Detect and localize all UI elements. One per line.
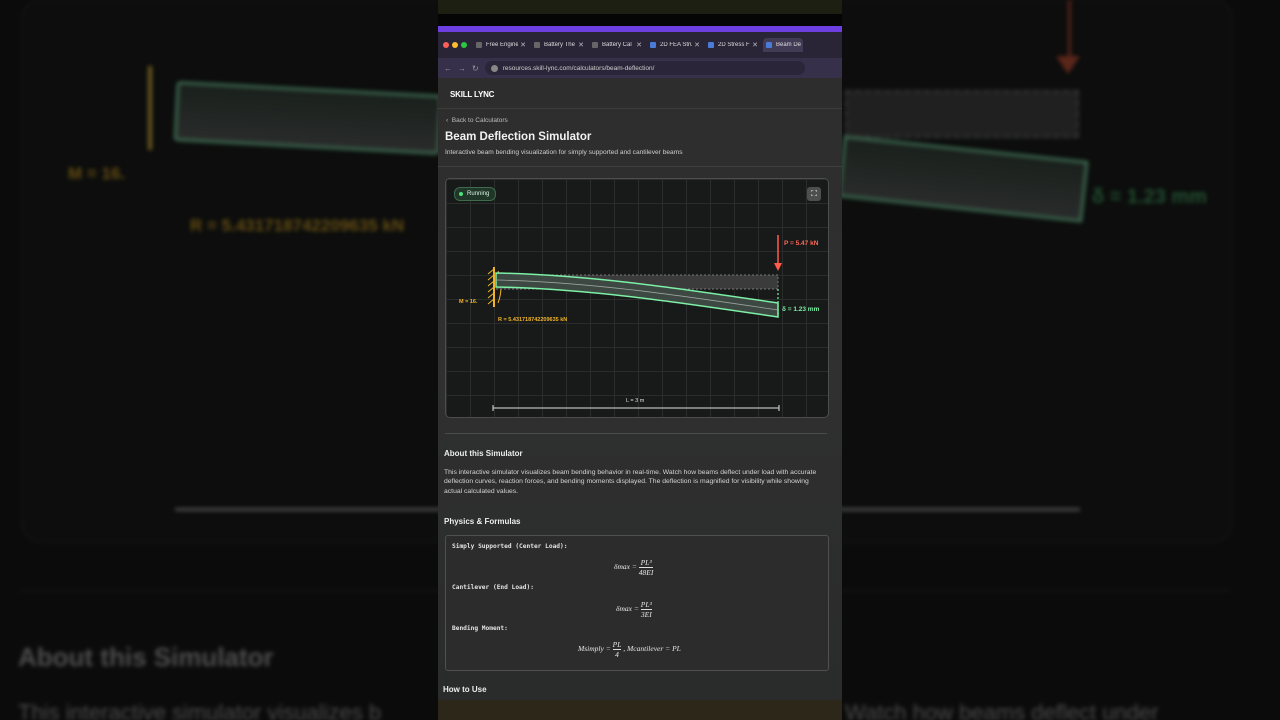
maximize-window-button[interactable] xyxy=(461,42,467,48)
back-arrow-icon[interactable]: ← xyxy=(444,64,452,73)
tab-label: 2D Stress F xyxy=(718,42,750,48)
load-arrowhead xyxy=(774,263,782,271)
bottom-band xyxy=(438,700,842,720)
formula-label-simply: Simply Supported (Center Load): xyxy=(452,543,568,550)
bg-load-arrow xyxy=(1068,0,1071,60)
tab-favicon-icon xyxy=(650,42,656,48)
bg-load-arrowhead xyxy=(1056,56,1080,74)
tab-close-icon[interactable]: ✕ xyxy=(578,41,584,49)
tab-label: 2D FEA Stru xyxy=(660,42,693,48)
formula-bending-moment: Msimply = PL 4 , Mcantilever = PL xyxy=(578,640,681,659)
close-window-button[interactable] xyxy=(443,42,449,48)
tab-close-icon[interactable]: ✕ xyxy=(694,41,700,49)
address-bar: ← → ↻ resources.skill-lync.com/calculato… xyxy=(438,58,842,78)
simulator-canvas[interactable]: P = 5.47 kN δ = 1.23 mm M = 16. R = 5.43… xyxy=(445,178,829,418)
tab-favicon-icon xyxy=(766,42,772,48)
tab-favicon-icon xyxy=(708,42,714,48)
tab-close-icon[interactable]: ✕ xyxy=(752,41,758,49)
bg-moment-label: M = 16. xyxy=(68,164,126,183)
formula-lhs: δmax = xyxy=(616,604,639,614)
formula-label-moment: Bending Moment: xyxy=(452,625,508,632)
phone-screen: Free Engine ✕ Battery The ✕ Battery Cal ✕ 2… xyxy=(438,0,842,720)
browser-tab[interactable]: 2D Stress F ✕ xyxy=(705,38,760,52)
load-label: P = 5.47 kN xyxy=(784,240,819,247)
bg-beam-ghost xyxy=(845,90,1079,138)
url-field[interactable]: resources.skill-lync.com/calculators/bea… xyxy=(484,61,805,75)
browser-tab-bar: Free Engine ✕ Battery The ✕ Battery Cal ✕ 2… xyxy=(438,32,842,58)
bg-deflection-label: δ = 1.23 mm xyxy=(1092,186,1207,208)
about-body: This interactive simulator visualizes be… xyxy=(444,469,817,495)
formula-cantilever: δmax = PL³ 3EI xyxy=(616,600,652,619)
back-to-calculators-link[interactable]: ‹ Back to Calculators xyxy=(446,117,508,124)
moment-label: M = 16. xyxy=(459,299,478,305)
beam-diagram: P = 5.47 kN δ = 1.23 mm M = 16. R = 5.43… xyxy=(459,235,820,411)
formula-denominator: 48EI xyxy=(638,568,654,577)
header-divider xyxy=(438,108,842,109)
site-info-icon[interactable] xyxy=(490,64,498,72)
running-status-badge: Running xyxy=(454,187,497,201)
fullscreen-icon[interactable]: ⛶ xyxy=(807,187,821,201)
window-controls xyxy=(438,42,467,48)
physics-heading: Physics & Formulas xyxy=(444,517,521,526)
tab-label: Free Engine xyxy=(486,42,519,48)
tab-favicon-icon xyxy=(592,42,598,48)
section-divider xyxy=(445,433,827,434)
tab-close-icon[interactable]: ✕ xyxy=(636,41,642,49)
page-content: SKILL LYNC ‹ Back to Calculators Beam De… xyxy=(438,78,842,700)
browser-tab[interactable]: Battery Cal ✕ xyxy=(589,38,644,52)
formula-lhs: δmax = xyxy=(614,562,637,572)
formula-numerator: PL xyxy=(612,640,622,650)
bg-about-heading: About this Simulator xyxy=(18,642,274,672)
formula-simply-supported: δmax = PL³ 48EI xyxy=(614,558,654,577)
reload-icon[interactable]: ↻ xyxy=(472,64,479,73)
bg-about-right: Watch how beams deflect under xyxy=(845,700,1159,720)
browser-tab[interactable]: Free Engine ✕ xyxy=(473,38,528,52)
minimize-window-button[interactable] xyxy=(452,42,458,48)
tab-favicon-icon xyxy=(476,42,482,48)
browser-tab-active[interactable]: Beam De xyxy=(763,38,803,52)
top-strip xyxy=(438,0,842,14)
formula-numerator: PL³ xyxy=(638,558,654,568)
length-label: L = 3 m xyxy=(626,398,645,404)
site-logo[interactable]: SKILL LYNC xyxy=(450,90,494,99)
forward-arrow-icon[interactable]: → xyxy=(458,64,466,73)
about-heading: About this Simulator xyxy=(444,449,523,458)
page-subtitle: Interactive beam bending visualization f… xyxy=(445,149,683,156)
tab-label: Beam De xyxy=(776,42,802,48)
formulas-box: Simply Supported (Center Load): δmax = P… xyxy=(445,535,829,671)
formula-extra: , Mcantilever = PL xyxy=(623,644,681,654)
title-divider xyxy=(438,166,842,167)
page-title: Beam Deflection Simulator xyxy=(445,131,592,143)
bg-reaction-label: R = 5.43171874220​9635 kN xyxy=(190,216,405,235)
back-link-label: Back to Calculators xyxy=(451,117,508,124)
url-text: resources.skill-lync.com/calculators/bea… xyxy=(502,64,655,72)
formula-numerator: PL³ xyxy=(640,600,652,610)
bg-about-left: This interactive simulator visualizes b xyxy=(18,700,382,720)
browser-tab[interactable]: Battery The ✕ xyxy=(531,38,586,52)
tab-label: Battery Cal xyxy=(602,42,632,48)
tab-favicon-icon xyxy=(534,42,540,48)
reaction-label: R = 5.431718742209635 kN xyxy=(498,317,567,323)
deflection-label: δ = 1.23 mm xyxy=(782,306,820,313)
how-to-use-heading: How to Use xyxy=(443,685,487,694)
browser-tab[interactable]: 2D FEA Stru ✕ xyxy=(647,38,702,52)
tab-close-icon[interactable]: ✕ xyxy=(520,41,526,49)
formula-label-cantilever: Cantilever (End Load): xyxy=(452,584,534,591)
formula-denominator: 3EI xyxy=(640,610,652,619)
formula-denominator: 4 xyxy=(615,650,619,659)
formula-lhs: Msimply = xyxy=(578,644,611,654)
tab-label: Battery The xyxy=(544,42,575,48)
